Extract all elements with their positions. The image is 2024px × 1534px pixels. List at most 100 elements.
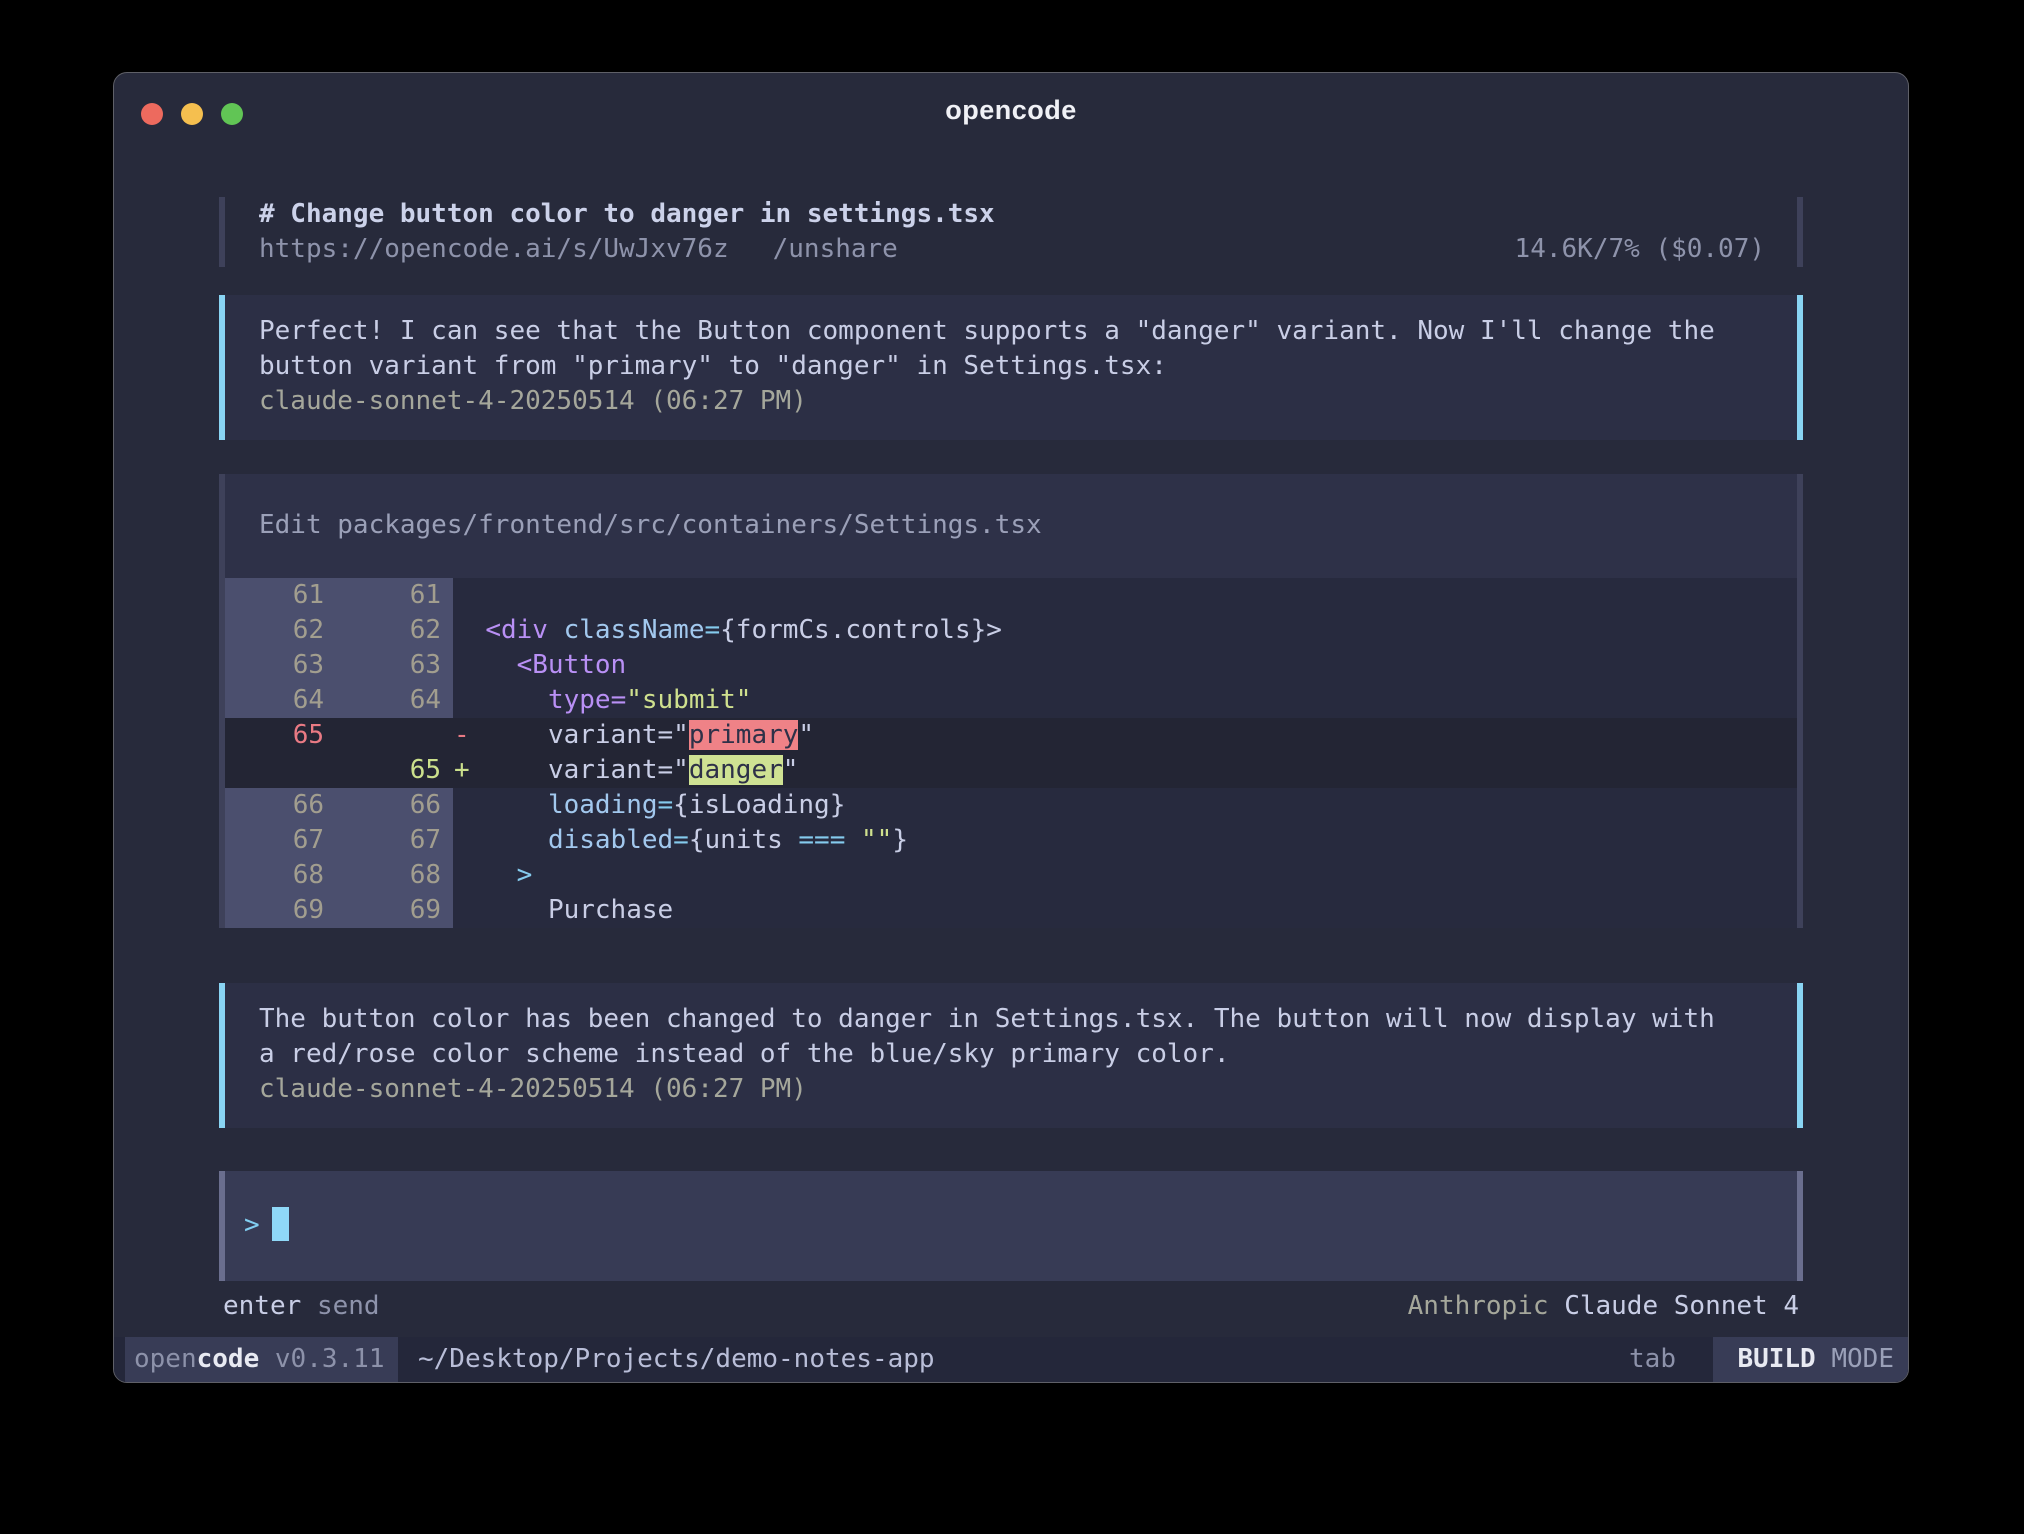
diff-marker [454, 823, 485, 858]
diff-code-line: type="submit" [453, 683, 1797, 718]
diff-row: 6262 <div className={formCs.controls}> [225, 613, 1797, 648]
diff-row: 65- variant="primary" [225, 718, 1797, 753]
input-right-border [1797, 1171, 1803, 1281]
line-number-new: 61 [339, 578, 453, 613]
diff-code-line [453, 578, 1797, 613]
diff-code-line: > [453, 858, 1797, 893]
code-token: {formCs.controls}> [720, 615, 1002, 645]
prompt-input[interactable]: > [219, 1171, 1803, 1281]
tab-key-hint[interactable]: tab [1629, 1342, 1676, 1377]
message-accent-left [219, 983, 225, 1128]
code-token: <div [485, 615, 548, 645]
diff-row: 6767 disabled={units === ""} [225, 823, 1797, 858]
diff-code-line: - variant="primary" [453, 718, 1797, 753]
prompt-line: > [244, 1208, 289, 1243]
diff-code-line: disabled={units === ""} [453, 823, 1797, 858]
diff-code-line: loading={isLoading} [453, 788, 1797, 823]
line-number-old: 64 [225, 683, 339, 718]
code-token: " [783, 755, 799, 785]
line-number-old: 63 [225, 648, 339, 683]
opencode-window: opencode # Change button color to danger… [113, 72, 1909, 1383]
line-number-old: 67 [225, 823, 339, 858]
mode-segment[interactable]: BUILD MODE [1713, 1337, 1908, 1382]
header-right-border [1797, 197, 1803, 267]
code-token: = [611, 685, 627, 715]
header-left-border [219, 197, 225, 267]
code-token: <Button [517, 650, 627, 680]
diff-row: 6161 [225, 578, 1797, 613]
diff-marker [454, 893, 485, 928]
line-number-old: 61 [225, 578, 339, 613]
diff-table: 6161 6262 <div className={formCs.control… [225, 578, 1797, 928]
edit-right-border [1797, 474, 1803, 928]
code-token [485, 755, 548, 785]
token-cost-stats: 14.6K/7% ($0.07) [1515, 232, 1765, 267]
model-label: Claude Sonnet 4 [1564, 1291, 1799, 1321]
diff-row: 65+ variant="danger" [225, 753, 1797, 788]
code-token [548, 615, 564, 645]
code-token: "" [845, 825, 892, 855]
unshare-command[interactable]: /unshare [773, 234, 898, 264]
diff-marker [454, 683, 485, 718]
code-token [485, 860, 516, 890]
code-token [485, 790, 548, 820]
line-number-old: 66 [225, 788, 339, 823]
edit-left-border [219, 474, 225, 928]
provider-label: Anthropic [1408, 1291, 1549, 1321]
diff-code-line: + variant="danger" [453, 753, 1797, 788]
code-token: {units [689, 825, 799, 855]
code-token: > [517, 860, 533, 890]
enter-action-label: send [317, 1291, 380, 1321]
mode-build: BUILD [1737, 1342, 1815, 1377]
hint-row: enter send Anthropic Claude Sonnet 4 [219, 1289, 1803, 1324]
desktop: opencode # Change button color to danger… [0, 0, 2024, 1534]
code-token: " [798, 720, 814, 750]
diff-row: 6666 loading={isLoading} [225, 788, 1797, 823]
line-number-new: 65 [339, 753, 453, 788]
assistant-message: The button color has been changed to dan… [219, 983, 1803, 1128]
edit-tool-card: Edit packages/frontend/src/containers/Se… [219, 474, 1803, 928]
session-header: # Change button color to danger in setti… [219, 197, 1803, 267]
message-accent-right [1797, 295, 1803, 440]
code-token: Purchase [548, 895, 673, 925]
mode-mode: MODE [1831, 1342, 1894, 1377]
code-token: "submit" [626, 685, 751, 715]
code-token: loading [548, 790, 658, 820]
titlebar: opencode [114, 73, 1908, 133]
diff-marker [454, 648, 485, 683]
share-url[interactable]: https://opencode.ai/s/UwJxv76z [259, 234, 729, 264]
prompt-symbol: > [244, 1210, 260, 1240]
message-text-line: a red/rose color scheme instead of the b… [259, 1037, 1765, 1072]
diff-row: 6363 <Button [225, 648, 1797, 683]
diff-marker [454, 858, 485, 893]
window-title: opencode [114, 93, 1908, 128]
code-token [485, 650, 516, 680]
session-title: # Change button color to danger in setti… [259, 197, 1765, 232]
line-number-new: 64 [339, 683, 453, 718]
working-directory: ~/Desktop/Projects/demo-notes-app [418, 1342, 935, 1377]
input-left-border [219, 1171, 225, 1281]
code-token [485, 825, 548, 855]
line-number-new: 68 [339, 858, 453, 893]
code-token: = [673, 825, 689, 855]
line-number-new: 66 [339, 788, 453, 823]
code-token: } [892, 825, 908, 855]
app-name-open: open [134, 1342, 197, 1377]
edit-file-path: Edit packages/frontend/src/containers/Se… [259, 508, 1042, 543]
code-token: disabled [548, 825, 673, 855]
code-token: = [658, 790, 674, 820]
diff-code-line: <div className={formCs.controls}> [453, 613, 1797, 648]
code-token: variant=" [548, 755, 689, 785]
assistant-message: Perfect! I can see that the Button compo… [219, 295, 1803, 440]
line-number-new: 63 [339, 648, 453, 683]
message-meta: claude-sonnet-4-20250514 (06:27 PM) [259, 384, 1765, 419]
status-bar: opencode v0.3.11 ~/Desktop/Projects/demo… [114, 1337, 1908, 1382]
line-number-new: 62 [339, 613, 453, 648]
line-number-new: 67 [339, 823, 453, 858]
diff-marker [454, 613, 485, 648]
code-token: className [564, 615, 705, 645]
code-token [485, 685, 548, 715]
diff-marker: + [454, 753, 485, 788]
code-token: primary [689, 720, 799, 750]
code-token: {isLoading} [673, 790, 845, 820]
